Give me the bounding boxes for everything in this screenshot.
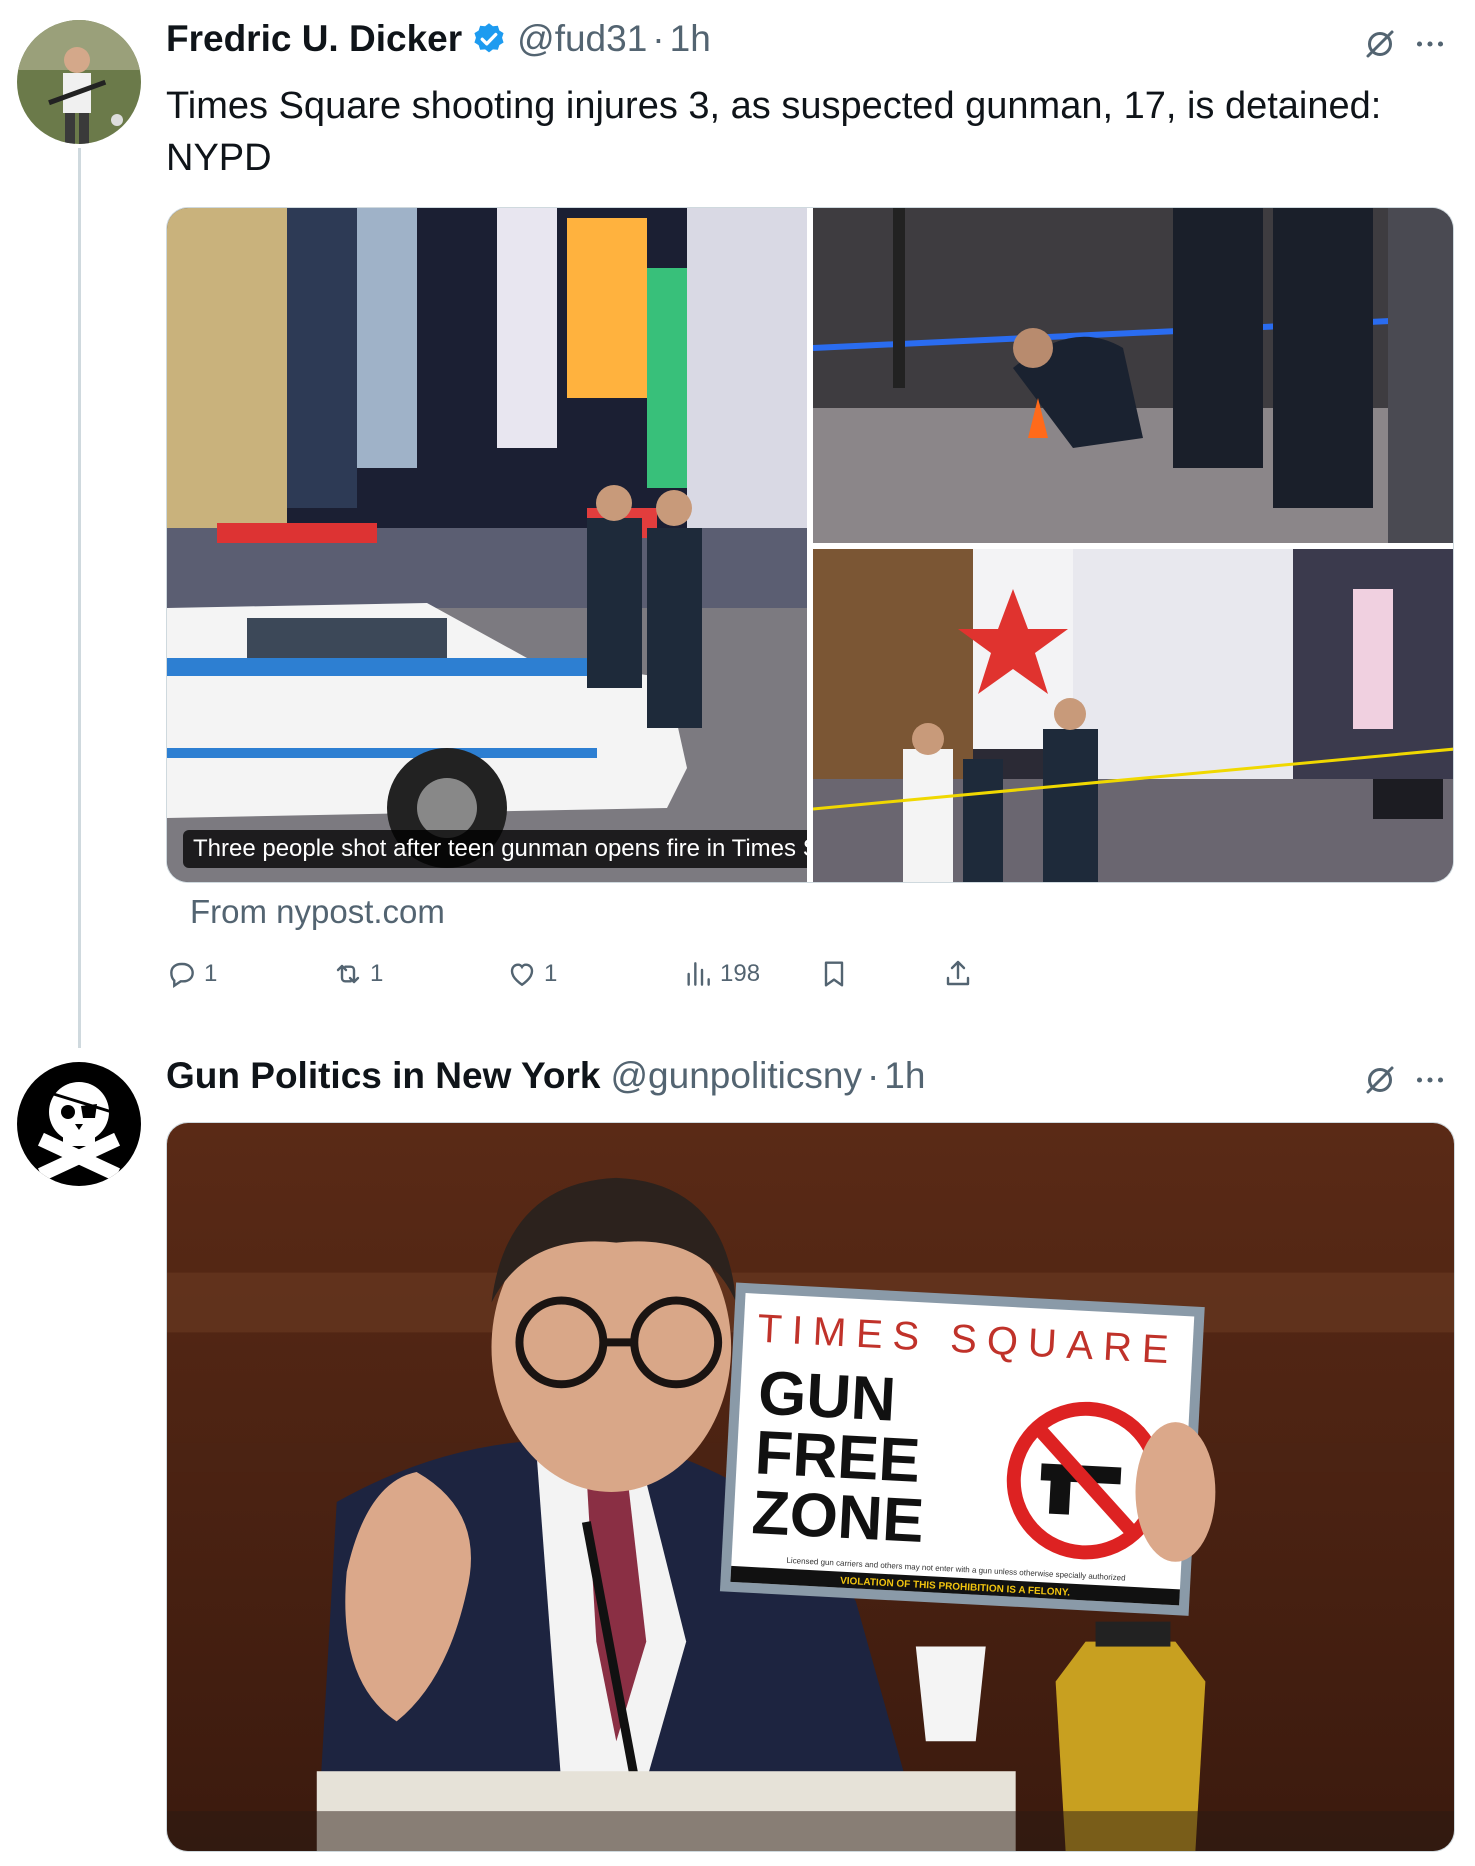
like-button[interactable]: 1 (506, 958, 557, 990)
avatar-gun-politics-ny[interactable] (17, 1062, 141, 1186)
timestamp[interactable]: 1h (670, 18, 711, 60)
separator-dot: · (652, 18, 665, 59)
share-icon (946, 960, 970, 986)
bookmark-button[interactable] (818, 958, 850, 990)
like-icon (510, 963, 534, 987)
tweet-2-photo-gun-free-zone[interactable]: TIMES SQUARE GUN FREE ZONE Licensed gun … (166, 1122, 1455, 1852)
more-icon[interactable] (1412, 26, 1448, 62)
timestamp[interactable]: 1h (884, 1055, 925, 1097)
card-image-officer-kneeling[interactable] (813, 208, 1453, 543)
thread-connector-line (78, 148, 81, 1048)
link-card-source[interactable]: From nypost.com (190, 893, 445, 931)
card-image-paramount-officers[interactable] (813, 549, 1453, 882)
share-button[interactable] (942, 958, 974, 990)
repost-button[interactable]: 1 (332, 958, 383, 990)
avatar-fredric-dicker[interactable] (17, 20, 141, 144)
tweet-1-action-bar: 1 1 1 198 (166, 958, 1146, 998)
tweet-2-top-actions (1362, 1062, 1448, 1098)
card-image-times-square-police-car[interactable]: Three people shot after teen gunman open… (167, 208, 807, 882)
grok-icon[interactable] (1362, 1062, 1398, 1098)
repost-icon (336, 964, 360, 984)
handle[interactable]: @gunpoliticsny (611, 1055, 862, 1097)
link-card-caption: Three people shot after teen gunman open… (183, 830, 807, 868)
repost-count: 1 (370, 960, 384, 987)
link-card-media[interactable]: Three people shot after teen gunman open… (166, 207, 1454, 883)
reply-button[interactable]: 1 (166, 958, 217, 990)
grok-icon[interactable] (1362, 26, 1398, 62)
display-name[interactable]: Gun Politics in New York (166, 1055, 601, 1097)
display-name[interactable]: Fredric U. Dicker (166, 18, 462, 60)
views-count: 198 (720, 960, 761, 987)
tweet-2-header: Gun Politics in New York @gunpoliticsny … (166, 1055, 925, 1097)
views-button[interactable]: 198 (682, 958, 760, 990)
tweet-1-top-actions (1362, 26, 1448, 62)
like-count: 1 (544, 960, 558, 987)
bookmark-icon (824, 961, 844, 987)
verified-badge-icon (474, 23, 504, 53)
views-icon (687, 962, 710, 986)
tweet-text: Times Square shooting injures 3, as susp… (166, 85, 1382, 179)
reply-count: 1 (204, 960, 218, 987)
separator-dot: · (866, 1055, 880, 1096)
handle[interactable]: @fud31 (517, 18, 647, 60)
sign-zone: ZONE (750, 1478, 925, 1556)
tweet-1-header: Fredric U. Dicker @fud31 · 1h (166, 18, 711, 60)
more-icon[interactable] (1412, 1062, 1448, 1098)
reply-icon (170, 962, 194, 989)
